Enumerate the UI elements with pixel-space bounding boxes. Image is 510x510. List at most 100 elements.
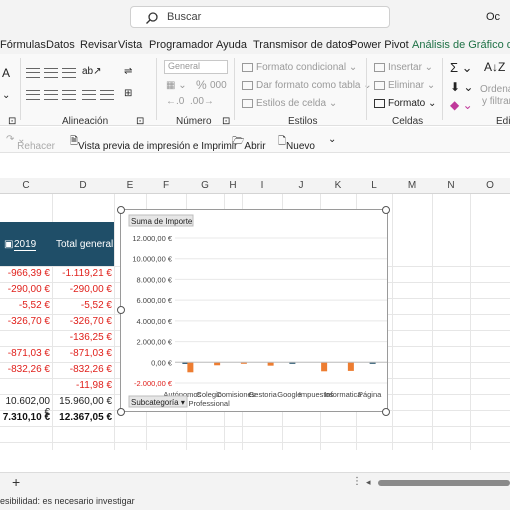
open-label: Abrir: [244, 141, 266, 152]
scroll-left-icon[interactable]: ◂: [366, 477, 371, 488]
number-format-select[interactable]: General: [164, 60, 228, 74]
search-placeholder: Buscar: [167, 11, 202, 23]
resize-handle[interactable]: [382, 206, 390, 214]
pivot-cell-2019[interactable]: -966,39 €: [0, 268, 50, 279]
thousands-button[interactable]: 000: [210, 80, 227, 91]
open-button[interactable]: 🗁 Abrir: [232, 134, 266, 152]
menu-transmisor[interactable]: Transmisor de datos: [253, 39, 353, 51]
column-header-g[interactable]: G: [186, 180, 224, 191]
increase-decimals-icon[interactable]: ←.0: [166, 96, 184, 107]
ribbon: A ⌄ ab↗ ⇌ ⊞ Alineación ⊡ ⊡ General ▦ ⌄ %…: [0, 54, 510, 127]
sort-filter-label-2[interactable]: y filtrar: [482, 96, 510, 107]
merge-cells-icon[interactable]: ⊞: [124, 88, 132, 99]
insert-button[interactable]: Insertar ⌄: [374, 62, 433, 73]
pivot-cell-total[interactable]: -832,26 €: [52, 364, 112, 375]
menu-revisar[interactable]: Revisar: [80, 39, 117, 51]
fill-icon[interactable]: ⬇ ⌄: [450, 80, 473, 94]
column-header-k[interactable]: K: [320, 180, 356, 191]
pivot-cell-2019[interactable]: -871,03 €: [0, 348, 50, 359]
column-header-o[interactable]: O: [470, 180, 510, 191]
menu-vista[interactable]: Vista: [118, 39, 142, 51]
wrap-text-icon[interactable]: ⇌: [124, 66, 132, 77]
align-top-icon[interactable]: [26, 68, 40, 78]
pivot-cell-2019[interactable]: -290,00 €: [0, 284, 50, 295]
orientation-icon[interactable]: ab↗: [82, 66, 102, 77]
menu-formulas[interactable]: Fórmulas: [0, 39, 46, 51]
delete-button[interactable]: Eliminar ⌄: [374, 80, 435, 91]
dialog-launcher-icon[interactable]: ⊡: [222, 116, 230, 127]
resize-handle[interactable]: [117, 206, 125, 214]
decrease-decimals-icon[interactable]: .00→: [190, 96, 214, 107]
pivot-cell-total[interactable]: -1.119,21 €: [52, 268, 112, 279]
column-header-m[interactable]: M: [392, 180, 432, 191]
sort-filter-icon[interactable]: A↓Z: [484, 60, 505, 74]
column-header-c[interactable]: C: [0, 180, 52, 191]
align-left-icon[interactable]: [26, 90, 40, 100]
pivot-cell-total[interactable]: -326,70 €: [52, 316, 112, 327]
format-as-table-button[interactable]: Dar formato como tabla ⌄: [242, 80, 372, 91]
autosum-icon[interactable]: Σ ⌄: [450, 60, 473, 76]
ribbon-separator: [234, 58, 235, 120]
axis-field-button[interactable]: Subcategoría ▾: [128, 395, 188, 408]
pivot-cell-total[interactable]: -871,03 €: [52, 348, 112, 359]
clear-icon[interactable]: ◆ ⌄: [450, 98, 473, 112]
menu-ayuda[interactable]: Ayuda: [216, 39, 247, 51]
menu-programador[interactable]: Programador: [149, 39, 213, 51]
currency-icon[interactable]: ▦ ⌄: [166, 80, 187, 91]
horizontal-scrollbar[interactable]: [378, 480, 510, 486]
align-center-icon[interactable]: [44, 90, 58, 100]
pivot-cell-total[interactable]: -290,00 €: [52, 284, 112, 295]
align-right-icon[interactable]: [62, 90, 76, 100]
menu-datos[interactable]: Datos: [46, 39, 75, 51]
column-header-f[interactable]: F: [146, 180, 186, 191]
value-field-button[interactable]: Suma de Importe: [128, 214, 194, 227]
conditional-format-button[interactable]: Formato condicional ⌄: [242, 62, 357, 73]
pivot-cell-2019[interactable]: -5,52 €: [0, 300, 50, 311]
search-box[interactable]: Buscar: [130, 6, 390, 28]
align-middle-icon[interactable]: [44, 68, 58, 78]
percent-button[interactable]: %: [196, 78, 207, 92]
gridline-horizontal: [0, 426, 510, 427]
accessibility-status[interactable]: esibilidad: es necesario investigar: [0, 496, 135, 506]
column-header-h[interactable]: H: [224, 180, 242, 191]
pivot-cell-total[interactable]: 12.367,05 €: [52, 412, 112, 423]
column-header-l[interactable]: L: [356, 180, 392, 191]
resize-handle[interactable]: [117, 408, 125, 416]
more-options-icon[interactable]: ⋮: [352, 476, 362, 487]
pivot-cell-total[interactable]: 15.960,00 €: [52, 396, 112, 407]
pivot-cell-2019[interactable]: -326,70 €: [0, 316, 50, 327]
column-header-i[interactable]: I: [242, 180, 282, 191]
cell-styles-button[interactable]: Estilos de celda ⌄: [242, 98, 337, 109]
format-button[interactable]: Formato ⌄: [374, 98, 436, 109]
column-header-n[interactable]: N: [432, 180, 470, 191]
add-sheet-icon[interactable]: +: [12, 474, 20, 490]
column-header-e[interactable]: E: [114, 180, 146, 191]
indent-increase-icon[interactable]: [100, 90, 114, 100]
new-button[interactable]: 🗋 Nuevo: [278, 134, 315, 152]
user-name[interactable]: Oc: [486, 11, 500, 23]
pivot-cell-2019[interactable]: -832,26 €: [0, 364, 50, 375]
pivot-chart[interactable]: Suma de Importe 12.000,00 € 10.000,00 € 8.0…: [120, 209, 388, 412]
align-bottom-icon[interactable]: [62, 68, 76, 78]
column-header-d[interactable]: D: [52, 180, 114, 191]
menu-analisis-grafico[interactable]: Análisis de Gráfico diná: [412, 39, 510, 51]
font-size-icon[interactable]: A: [2, 66, 10, 80]
filter-icon[interactable]: ▣: [4, 239, 13, 250]
redo-button[interactable]: ↷ Rehacer ⌄: [6, 134, 55, 152]
chevron-down-icon[interactable]: ⌄: [2, 90, 10, 101]
pivot-cell-total[interactable]: -136,25 €: [52, 332, 112, 343]
sort-filter-label-1[interactable]: Ordenar: [480, 84, 510, 95]
resize-handle[interactable]: [117, 306, 125, 314]
menu-power-pivot[interactable]: Power Pivot: [350, 39, 409, 51]
gridline-vertical: [470, 194, 471, 450]
customize-qat-icon[interactable]: ⌄: [328, 134, 336, 145]
pivot-cell-2019[interactable]: 7.310,10 €: [0, 412, 50, 423]
dialog-launcher-icon[interactable]: ⊡: [136, 116, 144, 127]
resize-handle[interactable]: [382, 408, 390, 416]
print-preview-button[interactable]: 🗎 Vista previa de impresión e Imprimir: [70, 134, 237, 152]
dialog-launcher-icon[interactable]: ⊡: [8, 116, 16, 127]
column-header-j[interactable]: J: [282, 180, 320, 191]
pivot-cell-total[interactable]: -5,52 €: [52, 300, 112, 311]
pivot-cell-total[interactable]: -11,98 €: [52, 380, 112, 391]
indent-decrease-icon[interactable]: [82, 90, 96, 100]
